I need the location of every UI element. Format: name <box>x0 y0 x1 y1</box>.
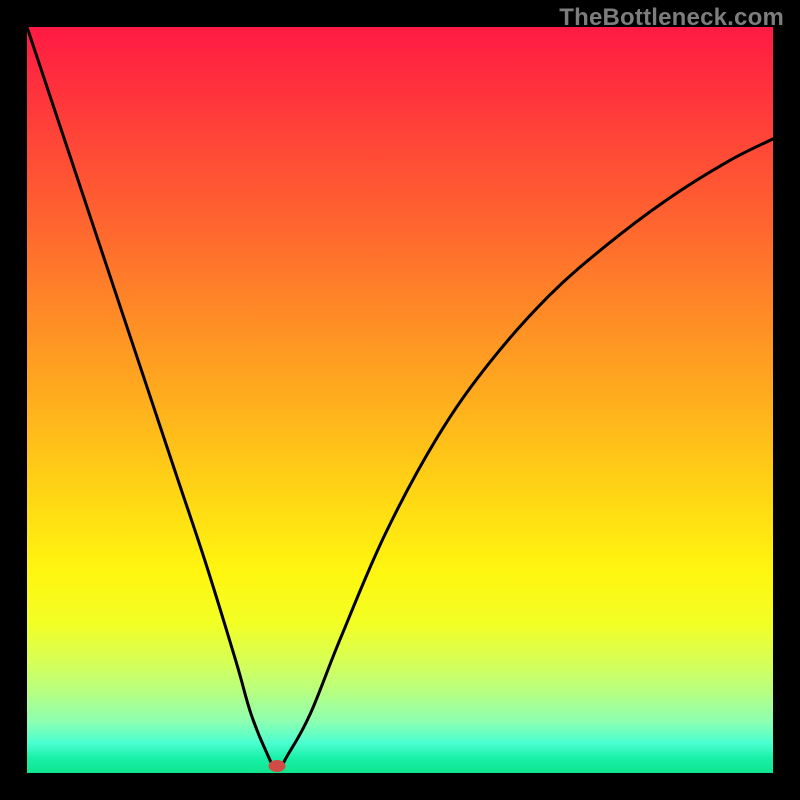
chart-frame: TheBottleneck.com <box>0 0 800 800</box>
curve-svg <box>27 27 773 773</box>
minimum-marker <box>268 760 285 772</box>
plot-area <box>27 27 773 773</box>
bottleneck-curve-path <box>27 27 773 769</box>
